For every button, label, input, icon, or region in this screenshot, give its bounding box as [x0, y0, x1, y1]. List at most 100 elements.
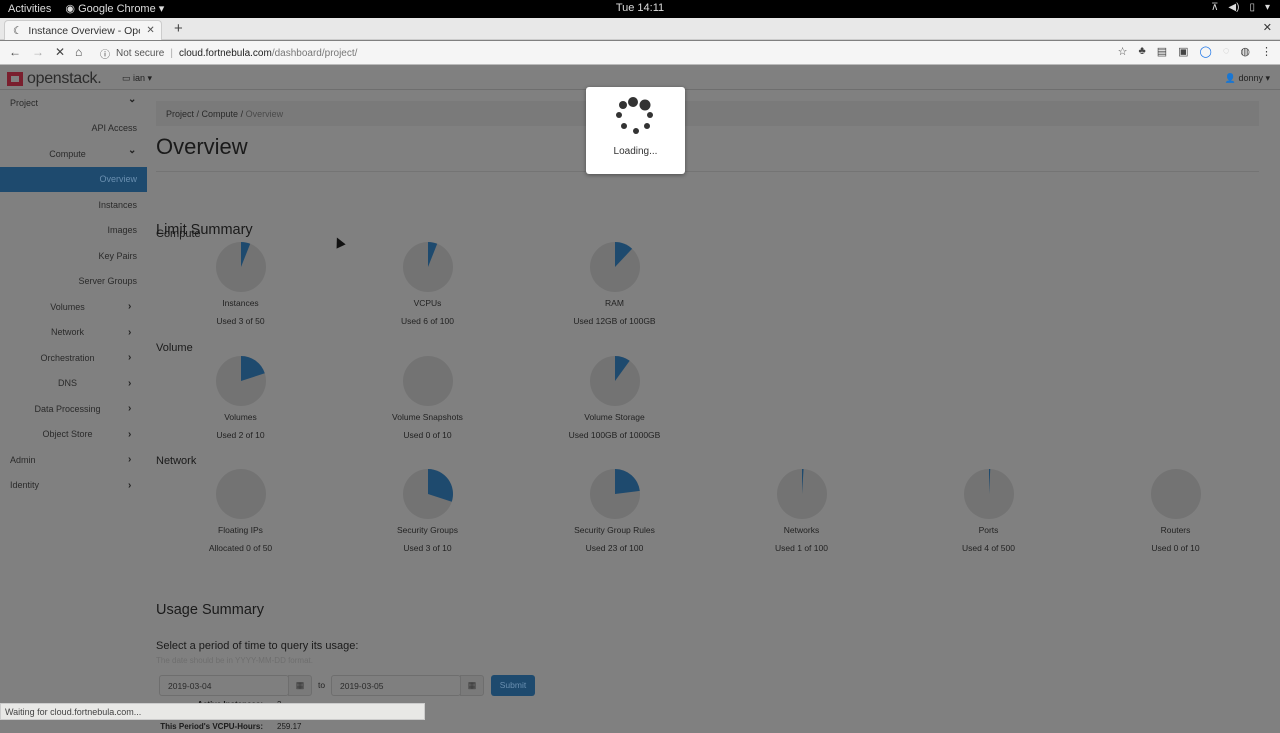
clock[interactable]: Tue 14:11 — [0, 2, 1280, 14]
divider — [156, 171, 1259, 172]
sidebar-item-label: Object Store — [42, 429, 93, 440]
sidebar-item-label: Instances — [98, 199, 137, 210]
home-icon[interactable]: ⌂ — [75, 45, 82, 59]
sidebar-item-key-pairs[interactable]: Key Pairs — [0, 243, 147, 269]
back-icon[interactable]: ← — [9, 45, 21, 59]
usage-pie-chart — [402, 469, 453, 519]
start-calendar-icon[interactable]: ▦ — [288, 675, 312, 696]
sidebar-nav: Project ⌄ API Access Compute ⌄ Overview Instan… — [0, 90, 147, 498]
limit-card-volume-storage: Volume Storage Used 100GB of 1000GB — [521, 355, 708, 440]
sidebar-item-label: Key Pairs — [98, 250, 137, 261]
chevron-right-icon: › — [128, 403, 132, 415]
usage-pie-chart — [589, 242, 640, 292]
sidebar-item-label: Server Groups — [78, 276, 137, 287]
breadcrumb-overview: Overview — [245, 109, 284, 119]
limit-label: RAM — [605, 298, 624, 308]
limit-label: Instances — [222, 298, 259, 308]
pie-used-slice — [614, 469, 640, 494]
usage-pie-chart — [776, 469, 827, 519]
limit-card-ram: RAM Used 12GB of 100GB — [521, 241, 708, 326]
close-tab-icon[interactable]: ✕ — [146, 25, 154, 36]
battery-icon[interactable]: ▯ — [1249, 2, 1255, 13]
limit-card-ports: Ports Used 4 of 500 — [895, 468, 1082, 553]
limit-label: Volume Snapshots — [392, 412, 463, 422]
sidebar-item-label: Network — [50, 327, 84, 338]
end-calendar-icon[interactable]: ▦ — [460, 675, 484, 696]
sidebar-item-object-store[interactable]: Object Store › — [0, 422, 147, 448]
page-title: Overview — [156, 134, 248, 159]
period-prompt: Select a period of time to query its usa… — [156, 640, 359, 652]
sidebar-item-identity[interactable]: Identity › — [0, 473, 147, 499]
limit-card-security-group-rules: Security Group Rules Used 23 of 100 — [521, 468, 708, 553]
new-tab-button[interactable]: + — [174, 20, 183, 37]
bookmark-star-icon[interactable]: ☆ — [1118, 45, 1128, 58]
limit-card-routers: Routers Used 0 of 10 — [1082, 468, 1269, 553]
sidebar-item-instances[interactable]: Instances — [0, 192, 147, 218]
info-icon: ⓘ — [100, 50, 110, 61]
pie-background — [215, 469, 266, 519]
url-field[interactable]: ⓘ Not secure | cloud.fortnebula.com/dash… — [100, 46, 357, 61]
sidebar-item-project[interactable]: Project ⌄ — [0, 90, 147, 116]
limit-card-floating-ips: Floating IPs Allocated 0 of 50 — [147, 468, 334, 553]
start-date-input[interactable]: 2019-03-04 — [159, 675, 289, 696]
breadcrumb-project[interactable]: Project — [166, 109, 194, 119]
usage-pie-chart — [1150, 469, 1201, 519]
submit-button[interactable]: Submit — [491, 675, 535, 696]
window-close-icon[interactable]: ✕ — [1263, 21, 1272, 34]
breadcrumb-compute[interactable]: Compute — [202, 109, 239, 119]
limit-card-security-groups: Security Groups Used 3 of 10 — [334, 468, 521, 553]
browser-tab[interactable]: ☾ Instance Overview - Open ✕ — [4, 20, 162, 40]
sidebar-item-data-processing[interactable]: Data Processing › — [0, 396, 147, 422]
limit-usage-text: Used 4 of 500 — [962, 543, 1015, 553]
browser-status-bar: Waiting for cloud.fortnebula.com... — [0, 703, 425, 720]
network-icon[interactable]: ⊼ — [1211, 2, 1218, 13]
system-menu-icon[interactable]: ▾ — [1265, 2, 1270, 13]
sidebar-item-admin[interactable]: Admin › — [0, 447, 147, 473]
limit-label: Routers — [1160, 525, 1191, 535]
sidebar-item-compute[interactable]: Compute ⌄ — [0, 141, 147, 167]
sidebar-item-label: Project — [10, 97, 39, 108]
end-date-input[interactable]: 2019-03-05 — [331, 675, 461, 696]
limit-usage-text: Used 23 of 100 — [585, 543, 644, 553]
usage-pie-chart — [402, 356, 453, 406]
extension-gray-icon[interactable]: ◌ — [1223, 45, 1230, 58]
limit-usage-text: Used 100GB of 1000GB — [568, 430, 661, 440]
url-host: cloud.fortnebula.com — [178, 48, 272, 59]
extension-keeper-icon[interactable]: ▣ — [1178, 45, 1188, 58]
limit-usage-text: Used 3 of 50 — [216, 316, 265, 326]
limit-usage-text: Used 3 of 10 — [403, 543, 452, 553]
limit-usage-text: Used 2 of 10 — [216, 430, 265, 440]
sidebar-item-volumes[interactable]: Volumes › — [0, 294, 147, 320]
extension-circle-icon[interactable]: ◯ — [1200, 45, 1212, 58]
usage-stat-value: 259.17 — [277, 722, 302, 731]
stop-icon[interactable]: ✕ — [55, 45, 65, 59]
sidebar-item-api-access[interactable]: API Access — [0, 116, 147, 142]
limit-group-volume: Volume — [156, 342, 193, 354]
profile-avatar[interactable]: ◍ — [1240, 45, 1250, 58]
limit-label: Networks — [783, 525, 820, 535]
sidebar-item-server-groups[interactable]: Server Groups — [0, 269, 147, 295]
chevron-right-icon: › — [128, 454, 132, 466]
pie-background — [402, 356, 453, 406]
sidebar-item-network[interactable]: Network › — [0, 320, 147, 346]
volume-icon[interactable]: ◀) — [1228, 2, 1239, 13]
sidebar-item-dns[interactable]: DNS › — [0, 371, 147, 397]
limit-usage-text: Used 0 of 10 — [1151, 543, 1200, 553]
sidebar-item-overview[interactable]: Overview — [0, 166, 147, 192]
chevron-right-icon: › — [128, 326, 132, 338]
sidebar-item-orchestration[interactable]: Orchestration › — [0, 345, 147, 371]
openstack-logo[interactable]: openstack. — [7, 70, 102, 88]
url-path: /dashboard/project/ — [271, 48, 358, 59]
user-icon: 👤 — [1224, 73, 1239, 83]
limit-usage-text: Used 12GB of 100GB — [573, 316, 656, 326]
limit-label: VCPUs — [413, 298, 442, 308]
user-menu[interactable]: 👤 donny ▾ — [1225, 73, 1270, 84]
chevron-right-icon: › — [128, 479, 132, 491]
chrome-menu-icon[interactable]: ⋮ — [1261, 45, 1272, 58]
forward-icon[interactable]: → — [32, 45, 44, 59]
chevron-right-icon: › — [128, 352, 132, 364]
extension-footprint-icon[interactable]: ♣ — [1139, 45, 1146, 58]
sidebar-item-images[interactable]: Images — [0, 218, 147, 244]
project-selector[interactable]: ▭ ian ▾ — [122, 73, 152, 84]
extension-reader-icon[interactable]: ▤ — [1157, 45, 1167, 58]
